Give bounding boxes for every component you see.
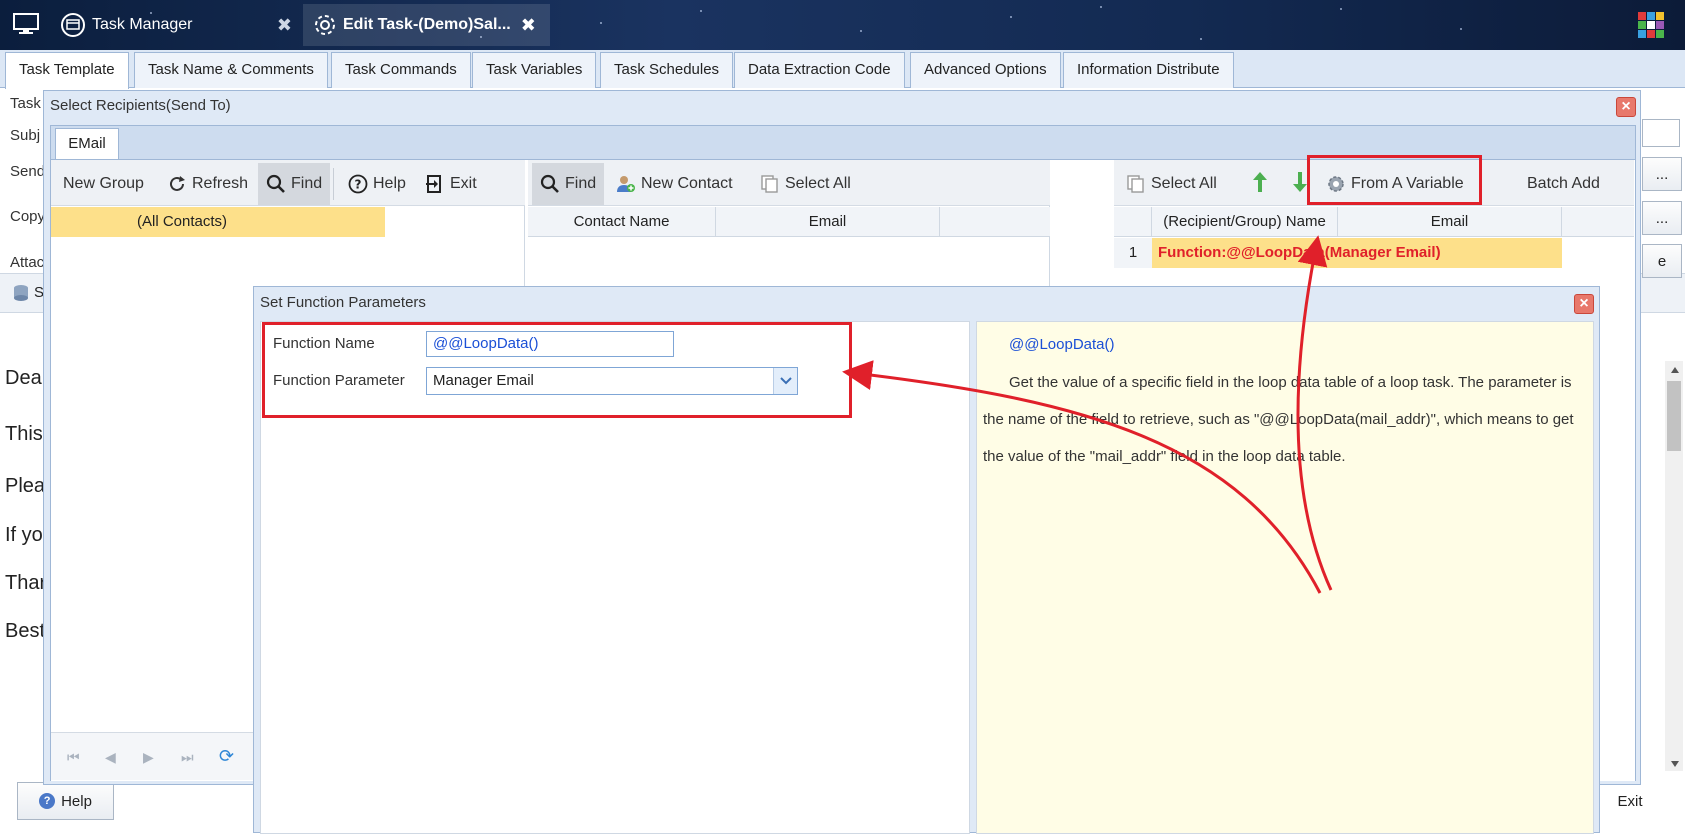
- arrow-to-parameters: [842, 360, 1322, 594]
- arrow-to-from-variable: [1296, 235, 1333, 591]
- annotation-arrows: [842, 235, 1333, 594]
